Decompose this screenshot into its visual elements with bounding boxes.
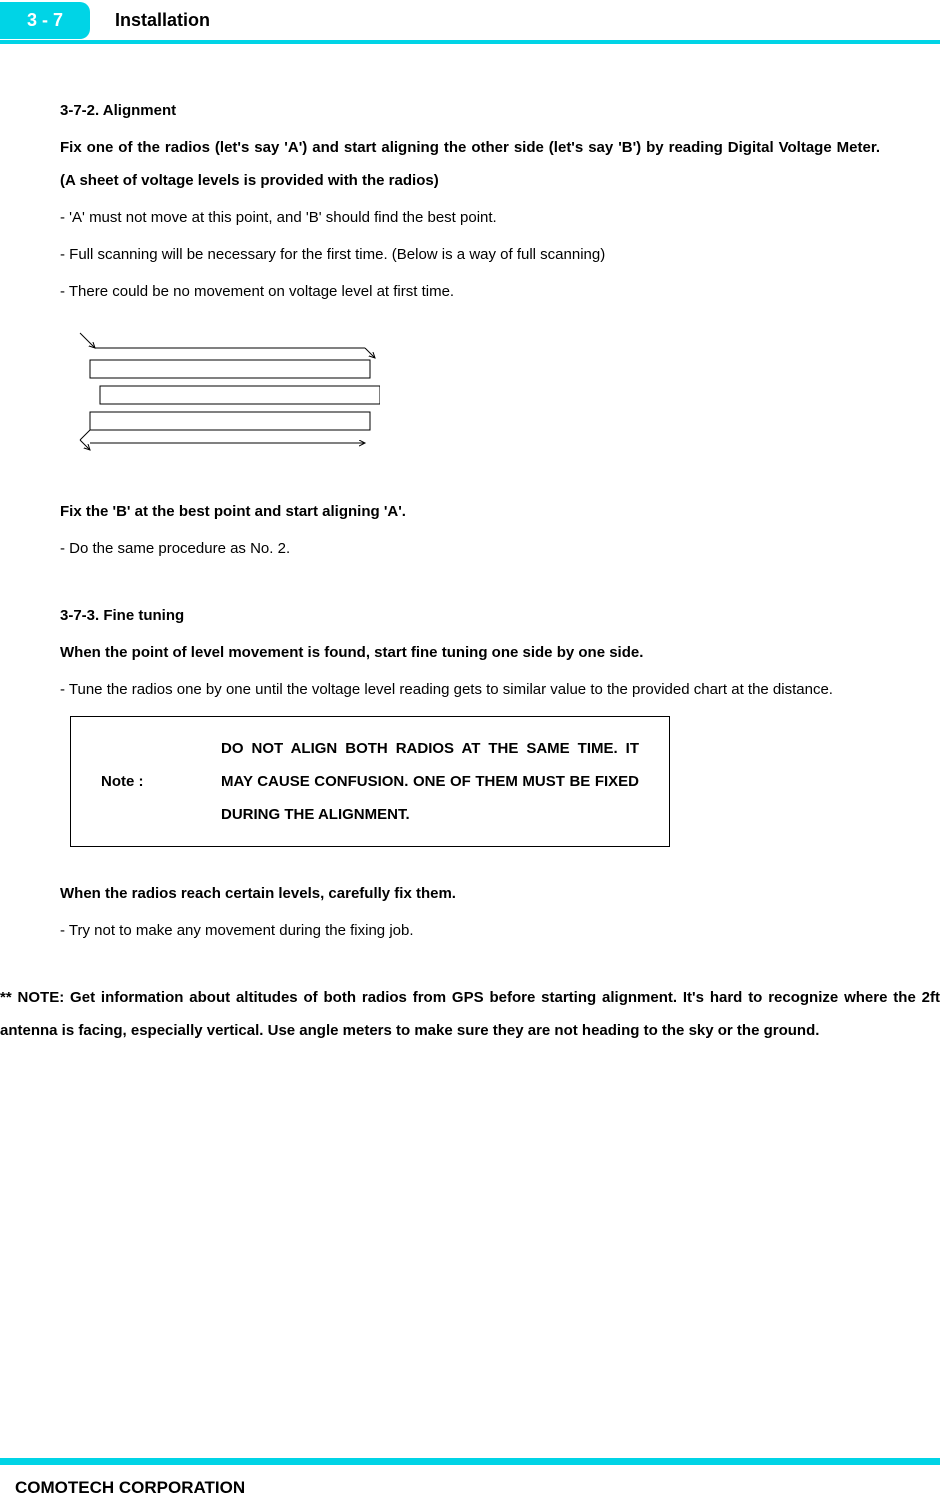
paragraph-372-4: - There could be no movement on voltage … — [60, 275, 880, 308]
paragraph-373-2: - Tune the radios one by one until the v… — [60, 673, 880, 706]
section-number-tab: 3 - 7 — [0, 2, 90, 39]
paragraph-372-1: Fix one of the radios (let's say 'A') an… — [60, 131, 880, 197]
paragraph-372-6: - Do the same procedure as No. 2. — [60, 532, 880, 565]
section-title: Installation — [90, 10, 210, 31]
heading-372: 3-7-2. Alignment — [60, 94, 880, 127]
main-content: 3-7-2. Alignment Fix one of the radios (… — [0, 44, 940, 1111]
note-label: Note : — [101, 765, 221, 798]
paragraph-373-3: When the radios reach certain levels, ca… — [60, 877, 880, 910]
paragraph-373-4: - Try not to make any movement during th… — [60, 914, 880, 947]
footnote: ** NOTE: Get information about altitudes… — [0, 981, 940, 1077]
footer-company: COMOTECH CORPORATION — [15, 1478, 245, 1498]
note-box: Note : DO NOT ALIGN BOTH RADIOS AT THE S… — [70, 716, 670, 847]
heading-373: 3-7-3. Fine tuning — [60, 599, 880, 632]
paragraph-372-2: - 'A' must not move at this point, and '… — [60, 201, 880, 234]
paragraph-372-5: Fix the 'B' at the best point and start … — [60, 495, 880, 528]
footer-divider — [0, 1458, 940, 1465]
section-title-area: Installation — [90, 10, 940, 31]
note-text: DO NOT ALIGN BOTH RADIOS AT THE SAME TIM… — [221, 732, 639, 831]
scanning-diagram — [70, 328, 870, 465]
paragraph-372-3: - Full scanning will be necessary for th… — [60, 238, 880, 271]
page-header: 3 - 7 Installation — [0, 0, 940, 40]
paragraph-373-1: When the point of level movement is foun… — [60, 636, 880, 669]
